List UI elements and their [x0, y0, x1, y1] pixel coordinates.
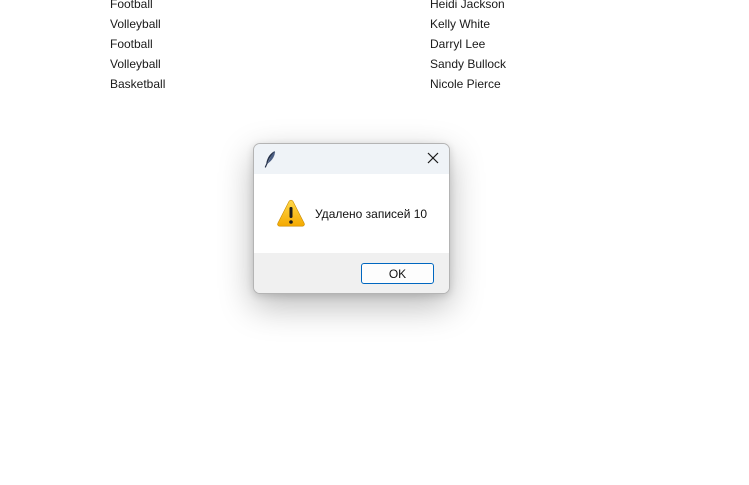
sport-cell: Football: [110, 0, 153, 11]
table-row: Volleyball Kelly White: [110, 14, 630, 34]
dialog-titlebar[interactable]: [254, 144, 449, 174]
sport-cell: Volleyball: [110, 57, 161, 71]
name-cell: Darryl Lee: [430, 37, 486, 51]
dialog-content: Удалено записей 10: [254, 174, 449, 253]
table-row: Football Heidi Jackson: [110, 0, 630, 14]
records-table: Football Heidi Jackson Volleyball Kelly …: [110, 0, 630, 94]
ok-button[interactable]: OK: [361, 263, 434, 284]
name-cell: Sandy Bullock: [430, 57, 507, 71]
table-row: Volleyball Sandy Bullock: [110, 54, 630, 74]
name-cell: Heidi Jackson: [430, 0, 505, 11]
app-window: Football Heidi Jackson Volleyball Kelly …: [0, 0, 749, 485]
table-row: Football Darryl Lee: [110, 34, 630, 54]
sport-cell: Basketball: [110, 77, 166, 91]
message-dialog: Удалено записей 10 OK: [253, 143, 450, 294]
dialog-message: Удалено записей 10: [315, 207, 428, 221]
dialog-footer: OK: [254, 253, 449, 293]
name-cell: Kelly White: [430, 17, 491, 31]
table-row: Basketball Nicole Pierce: [110, 74, 630, 94]
name-cell: Nicole Pierce: [430, 77, 501, 91]
close-button[interactable]: [417, 144, 449, 174]
warning-icon: [276, 198, 306, 228]
feather-icon: [263, 150, 277, 168]
close-icon: [427, 152, 439, 167]
sport-cell: Volleyball: [110, 17, 161, 31]
sport-cell: Football: [110, 37, 153, 51]
